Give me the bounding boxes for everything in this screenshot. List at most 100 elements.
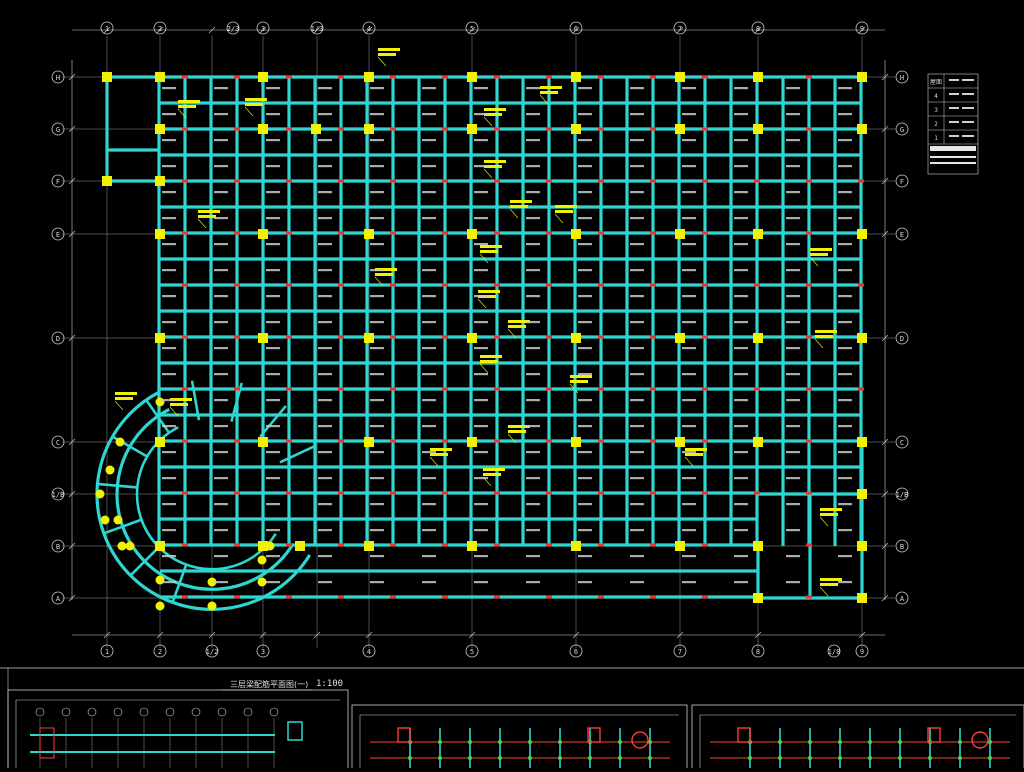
beam-tag (578, 451, 592, 454)
rebar-mark (754, 179, 760, 183)
annotation-text (810, 248, 832, 251)
rebar-mark (390, 231, 396, 235)
beam-tag (630, 347, 644, 350)
annotation-leader (554, 213, 564, 224)
axis-label-bottom: 4 (367, 648, 371, 656)
annotation-leader (477, 298, 487, 309)
beam-tag (786, 451, 800, 454)
rebar-mark (546, 179, 552, 183)
beam-tag (318, 217, 332, 220)
legend-value (949, 121, 959, 123)
axis-label-left: D (56, 335, 60, 343)
column-round (100, 515, 110, 525)
column (571, 229, 581, 239)
annotation-text (378, 53, 396, 56)
rebar-mark (494, 439, 500, 443)
beam-tag (214, 425, 228, 428)
beam-tag (474, 243, 488, 246)
beam-tag (630, 321, 644, 324)
beam-tag (526, 529, 540, 532)
column (467, 229, 477, 239)
beam-tag (578, 243, 592, 246)
rebar-mark (234, 335, 240, 339)
beam-tag (266, 139, 280, 142)
beam-tag (786, 555, 800, 558)
beam-tag (682, 191, 696, 194)
column (857, 541, 867, 551)
sub-section-box (397, 727, 411, 743)
beam-tag (526, 451, 540, 454)
beam-tag (474, 113, 488, 116)
beam-tag (162, 243, 176, 246)
beam-tag (214, 87, 228, 90)
rebar-mark (234, 595, 240, 599)
beam-tag (162, 191, 176, 194)
beam-tag (734, 477, 748, 480)
rebar-mark (442, 283, 448, 287)
beam-tag (578, 399, 592, 402)
beam-tag (526, 425, 540, 428)
rebar-mark (234, 491, 240, 495)
axis-label-bottom: 3 (261, 648, 265, 656)
column (857, 489, 867, 499)
legend-swatch (930, 146, 976, 151)
beam-tag (318, 373, 332, 376)
sub-axis-bubble (217, 707, 227, 717)
legend-swatch (930, 162, 976, 164)
rebar-mark (650, 387, 656, 391)
beam-tag (318, 269, 332, 272)
beam-tag (422, 87, 436, 90)
beam-tag (318, 295, 332, 298)
beam-tag (162, 113, 176, 116)
axis-label-left: G (56, 126, 60, 134)
rebar-mark (650, 491, 656, 495)
annotation-text (478, 290, 500, 293)
beam-tag (318, 555, 332, 558)
axis-label-right: 1/B (896, 491, 909, 499)
annotation-text (820, 508, 842, 511)
beam-tag (422, 347, 436, 350)
column-round (265, 541, 275, 551)
beam-tag (630, 243, 644, 246)
beam-tag (526, 87, 540, 90)
column (571, 437, 581, 447)
annotation-text (483, 468, 505, 471)
column (675, 333, 685, 343)
sub-rebar-dot (778, 740, 782, 744)
beam-tag (214, 113, 228, 116)
beam-tag (630, 295, 644, 298)
beam-tag (422, 399, 436, 402)
beam-tag (214, 581, 228, 584)
annotation-text (480, 245, 502, 248)
beam-tag (682, 581, 696, 584)
beam-tag (734, 87, 748, 90)
rebar-mark (702, 127, 708, 131)
axis-label-right: H (900, 74, 904, 82)
beam-tag (370, 217, 384, 220)
rebar-mark (650, 75, 656, 79)
beam-tag (630, 217, 644, 220)
beam-tag (370, 529, 384, 532)
rebar-mark (806, 127, 812, 131)
beam-tag (422, 217, 436, 220)
rebar-mark (650, 179, 656, 183)
beam-tag (422, 451, 436, 454)
sub-rebar-dot (528, 740, 532, 744)
beam-tag (630, 477, 644, 480)
column (571, 541, 581, 551)
beam-tag (578, 295, 592, 298)
beam-tag (266, 269, 280, 272)
beam-tag (838, 373, 852, 376)
rebar-mark (650, 335, 656, 339)
axis-label-bottom: 8 (756, 648, 760, 656)
rebar-mark (546, 335, 552, 339)
rebar-mark (494, 179, 500, 183)
beam-tag (266, 529, 280, 532)
column (155, 124, 165, 134)
beam-tag (214, 217, 228, 220)
rebar-mark (286, 439, 292, 443)
rebar-mark (286, 283, 292, 287)
sub-drawing-panel (691, 704, 1024, 772)
rebar-mark (858, 283, 864, 287)
column (258, 72, 268, 82)
